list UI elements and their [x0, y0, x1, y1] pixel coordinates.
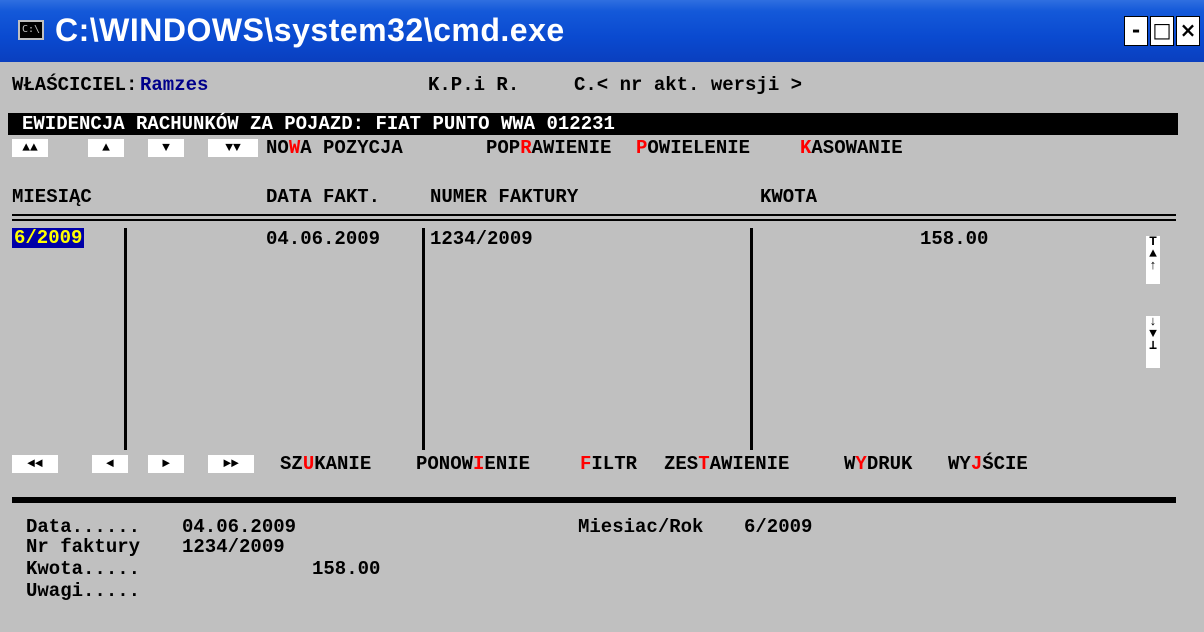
title-bar[interactable]: C:\ C:\WINDOWS\system32\cmd.exe - □ × [0, 0, 1204, 62]
menu-zestawienie[interactable]: ZESTAWIENIE [664, 453, 789, 475]
nav-last-button[interactable]: ▼▼ [208, 139, 258, 157]
nav-next-button[interactable]: ▼ [148, 139, 184, 157]
table-row-selected-month[interactable]: 6/2009 [12, 228, 85, 248]
details-divider [12, 497, 1176, 503]
nav-prev-button[interactable]: ▲ [88, 139, 124, 157]
menu-powielenie[interactable]: POWIELENIE [636, 137, 750, 159]
table-cell-number[interactable]: 1234/2009 [430, 228, 533, 250]
table-cell-date[interactable]: 04.06.2009 [266, 228, 380, 250]
minimize-button[interactable]: - [1124, 16, 1148, 46]
menu-kasowanie[interactable]: KASOWANIE [800, 137, 903, 159]
menu-szukanie[interactable]: SZUKANIE [280, 453, 371, 475]
column-number: NUMER FAKTURY [430, 186, 579, 208]
maximize-button[interactable]: □ [1150, 16, 1174, 46]
menu-ponowienie[interactable]: PONOWIENIE [416, 453, 530, 475]
detail-period-value: 6/2009 [744, 516, 813, 538]
section-header: EWIDENCJA RACHUNKÓW ZA POJAZD: FIAT PUNT… [8, 113, 1178, 135]
window-title: C:\WINDOWS\system32\cmd.exe [55, 12, 565, 48]
owner-label: WŁAŚCICIEL: [12, 74, 138, 96]
nav-forward-button[interactable]: ► [148, 455, 184, 473]
detail-amount-label: Kwota..... [26, 558, 141, 580]
header-divider-bottom [12, 219, 1176, 221]
nav-rewind-button[interactable]: ◄◄ [12, 455, 58, 473]
nav-back-button[interactable]: ◄ [92, 455, 128, 473]
owner-value: Ramzes [140, 74, 209, 96]
table-cell-amount[interactable]: 158.00 [920, 228, 988, 250]
detail-period-label: Miesiac/Rok [578, 516, 704, 538]
nav-fast-forward-button[interactable]: ►► [208, 455, 254, 473]
console-window: C:\ C:\WINDOWS\system32\cmd.exe - □ × WŁ… [0, 0, 1204, 632]
scroll-down-icon[interactable]: ↓ ▼ ⊥ [1146, 315, 1160, 368]
column-date: DATA FAKT. [266, 186, 381, 208]
column-month: MIESIĄC [12, 186, 92, 208]
column-separator [422, 228, 425, 450]
detail-notes-label: Uwagi..... [26, 580, 141, 602]
header-divider-top [12, 214, 1176, 216]
detail-date-value: 04.06.2009 [182, 516, 297, 538]
detail-nr-value: 1234/2009 [182, 536, 285, 558]
cmd-icon: C:\ [18, 20, 44, 40]
console-area[interactable]: WŁAŚCICIEL: Ramzes K.P.i R. C.< nr akt. … [8, 62, 1204, 632]
close-button[interactable]: × [1176, 16, 1200, 46]
section-title: EWIDENCJA RACHUNKÓW ZA POJAZD: FIAT PUNT… [22, 113, 615, 135]
scroll-up-icon[interactable]: T ▲ ↑ [1146, 235, 1160, 284]
detail-date-label: Data...... [26, 516, 141, 538]
version-info: C.< nr akt. wersji > [574, 74, 803, 96]
nav-first-button[interactable]: ▲▲ [12, 139, 48, 157]
menu-filtr[interactable]: FILTR [580, 453, 637, 475]
detail-nr-label: Nr faktury [26, 536, 141, 558]
column-separator [750, 228, 753, 450]
menu-poprawienie[interactable]: POPRAWIENIE [486, 137, 611, 159]
column-amount: KWOTA [760, 186, 818, 208]
detail-amount-value: 158.00 [312, 558, 381, 580]
menu-nowa-pozycja[interactable]: NOWA POZYCJA [266, 137, 403, 159]
column-separator [124, 228, 127, 450]
menu-wyjscie[interactable]: WYJŚCIE [948, 453, 1028, 475]
menu-wydruk[interactable]: WYDRUK [844, 453, 912, 475]
program-name: K.P.i R. [428, 74, 520, 96]
